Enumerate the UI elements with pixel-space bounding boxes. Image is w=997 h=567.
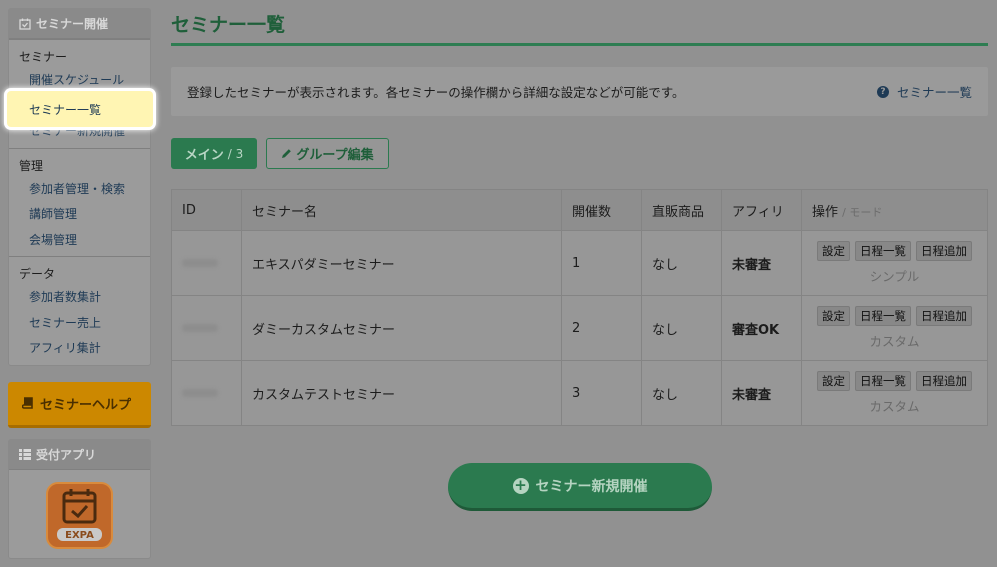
new-seminar-button[interactable]: + セミナー新規開催 <box>448 463 712 511</box>
seminar-operations: 設定 日程一覧 日程追加 カスタム <box>801 360 988 426</box>
page-title: セミナー一覧 <box>171 14 286 36</box>
pencil-icon <box>281 148 292 159</box>
reception-app-header: 受付アプリ <box>9 440 150 470</box>
sidebar-category-seminar: セミナー <box>19 50 68 64</box>
blurred-id <box>182 388 218 397</box>
sidebar-item-participant-stats[interactable]: 参加者数集計 <box>9 284 150 310</box>
col-header-operations: 操作 / モード <box>801 189 988 231</box>
sidebar-header: セミナー開催 <box>9 9 150 39</box>
seminar-operations: 設定 日程一覧 日程追加 カスタム <box>801 295 988 361</box>
col-header-operations-label: 操作 <box>812 204 839 220</box>
add-schedule-button[interactable]: 日程追加 <box>916 306 972 326</box>
settings-button[interactable]: 設定 <box>817 306 850 326</box>
seminar-id-blurred <box>171 295 242 361</box>
sidebar-header-label: セミナー開催 <box>36 17 109 31</box>
sidebar-nav-box: セミナー開催 セミナー 開催スケジュール セミナー新規開催 管理 参加者管理・検… <box>8 8 151 366</box>
seminar-count: 3 <box>561 360 642 426</box>
seminar-help-label: セミナーヘルプ <box>40 398 132 413</box>
seminar-name: カスタムテストセミナー <box>241 360 562 426</box>
add-schedule-button[interactable]: 日程追加 <box>916 371 972 391</box>
sidebar-section-data: データ 参加者数集計 セミナー売上 アフィリ集計 <box>9 256 150 365</box>
info-bar: 登録したセミナーが表示されます。各セミナーの操作欄から詳細な設定などが可能です。… <box>171 67 988 116</box>
settings-button[interactable]: 設定 <box>817 371 850 391</box>
col-header-mode-label: / モード <box>842 205 883 219</box>
blurred-id <box>182 323 218 332</box>
table-row: エキスパダミーセミナー 1 なし 未審査 設定 日程一覧 日程追加 シンプル <box>171 230 988 296</box>
seminar-affiliate-status: 未審査 <box>721 360 802 426</box>
col-header-count: 開催数 <box>561 189 642 231</box>
seminar-id-blurred <box>171 230 242 296</box>
col-header-id: ID <box>171 189 242 231</box>
sidebar-item-affiliate-stats[interactable]: アフィリ集計 <box>9 335 150 361</box>
sidebar-item-seminar-list-highlight[interactable]: セミナー一覧 <box>7 91 153 127</box>
schedule-list-button[interactable]: 日程一覧 <box>855 241 911 261</box>
seminar-name: エキスパダミーセミナー <box>241 230 562 296</box>
sidebar-item-seminar-sales[interactable]: セミナー売上 <box>9 310 150 336</box>
seminar-mode: シンプル <box>869 269 920 284</box>
seminar-count: 2 <box>561 295 642 361</box>
sidebar-item-instructors[interactable]: 講師管理 <box>9 201 150 227</box>
seminar-product: なし <box>641 230 722 296</box>
sidebar: セミナー開催 セミナー 開催スケジュール セミナー新規開催 管理 参加者管理・検… <box>8 8 151 366</box>
question-circle-icon: ? <box>876 85 889 98</box>
seminar-affiliate-status: 審査OK <box>721 295 802 361</box>
expa-logo-text: EXPA <box>65 530 94 541</box>
seminar-name: ダミーカスタムセミナー <box>241 295 562 361</box>
sidebar-category-manage: 管理 <box>19 158 44 173</box>
col-header-affiliate: アフィリ <box>721 189 802 231</box>
seminar-table: ID セミナー名 開催数 直販商品 アフィリ 操作 / モード エキスパダミーセ… <box>171 189 988 426</box>
seminar-operations: 設定 日程一覧 日程追加 シンプル <box>801 230 988 296</box>
sidebar-section-manage: 管理 参加者管理・検索 講師管理 会場管理 <box>9 147 150 257</box>
tab-main-label: メイン <box>184 148 224 163</box>
tab-main[interactable]: メイン / 3 <box>171 138 257 169</box>
table-row: ダミーカスタムセミナー 2 なし 審査OK 設定 日程一覧 日程追加 カスタム <box>171 295 988 361</box>
seminar-mode: カスタム <box>869 399 920 414</box>
table-row: カスタムテストセミナー 3 なし 未審査 設定 日程一覧 日程追加 カスタム <box>171 360 988 426</box>
book-icon <box>22 397 34 410</box>
help-link-seminar-list[interactable]: ? セミナー一覧 <box>876 82 972 101</box>
new-seminar-label: セミナー新規開催 <box>535 478 648 495</box>
col-header-product: 直販商品 <box>641 189 722 231</box>
seminar-id-blurred <box>171 360 242 426</box>
group-edit-label: グループ編集 <box>296 148 374 163</box>
title-divider <box>171 43 988 46</box>
seminar-product: なし <box>641 360 722 426</box>
reception-app-label: 受付アプリ <box>36 448 97 462</box>
seminar-count: 1 <box>561 230 642 296</box>
sidebar-item-participants[interactable]: 参加者管理・検索 <box>9 176 150 202</box>
expa-app-icon[interactable]: EXPA <box>46 482 113 549</box>
info-text: 登録したセミナーが表示されます。各セミナーの操作欄から詳細な設定などが可能です。 <box>187 85 685 100</box>
add-schedule-button[interactable]: 日程追加 <box>916 241 972 261</box>
schedule-list-button[interactable]: 日程一覧 <box>855 306 911 326</box>
seminar-mode: カスタム <box>869 334 920 349</box>
tab-main-count: / 3 <box>227 146 244 161</box>
grid-icon <box>19 449 31 460</box>
calendar-check-icon <box>19 18 31 30</box>
sidebar-category-data: データ <box>19 267 56 281</box>
reception-app-box: 受付アプリ EXPA <box>8 439 151 559</box>
col-header-name: セミナー名 <box>241 189 562 231</box>
table-header-row: ID セミナー名 開催数 直販商品 アフィリ 操作 / モード <box>171 189 988 231</box>
sidebar-item-venues[interactable]: 会場管理 <box>9 227 150 253</box>
blurred-id <box>182 258 218 267</box>
schedule-list-button[interactable]: 日程一覧 <box>855 371 911 391</box>
seminar-affiliate-status: 未審査 <box>721 230 802 296</box>
help-link-label: セミナー一覧 <box>896 85 972 100</box>
plus-circle-icon: + <box>512 476 529 494</box>
sidebar-item-schedule[interactable]: 開催スケジュール <box>9 67 150 93</box>
group-edit-button[interactable]: グループ編集 <box>266 138 389 169</box>
settings-button[interactable]: 設定 <box>817 241 850 261</box>
seminar-product: なし <box>641 295 722 361</box>
seminar-help-button[interactable]: セミナーヘルプ <box>8 382 151 428</box>
